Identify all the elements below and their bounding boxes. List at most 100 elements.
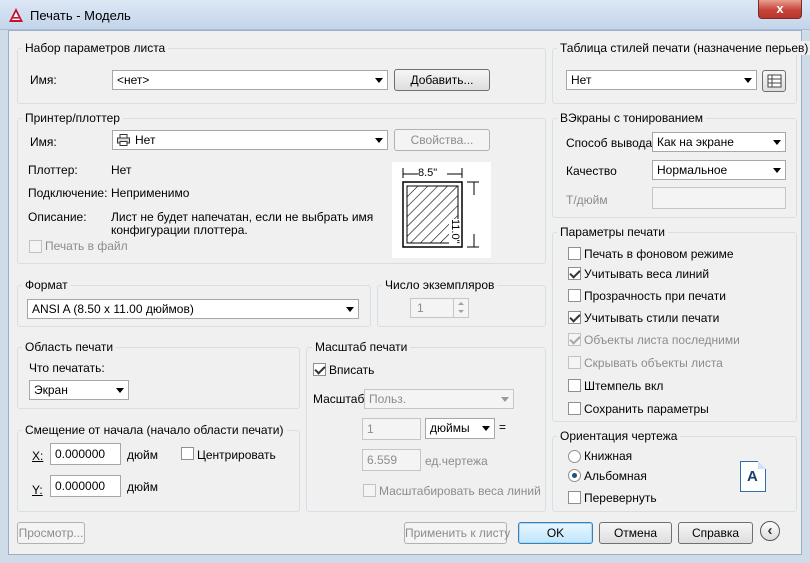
chevron-down-icon bbox=[482, 426, 490, 431]
save-changes-checkbox[interactable] bbox=[568, 402, 581, 415]
portrait-radio[interactable] bbox=[568, 450, 581, 463]
plot-stamp-checkbox[interactable] bbox=[568, 379, 581, 392]
what-to-plot-select[interactable]: Экран bbox=[29, 380, 129, 400]
plot-option-label: Учитывать стили печати bbox=[584, 311, 720, 325]
chevron-down-icon bbox=[501, 397, 509, 402]
shade-output-select[interactable]: Как на экране bbox=[652, 132, 786, 152]
paperspace-last-checkbox[interactable] bbox=[568, 333, 581, 346]
scale-inches-input[interactable]: 1 bbox=[362, 418, 421, 440]
page-corner bbox=[758, 461, 766, 469]
plot-option-label: Прозрачность при печати bbox=[584, 289, 726, 303]
upside-down-checkbox[interactable] bbox=[568, 491, 581, 504]
chevron-down-icon bbox=[375, 78, 383, 83]
scale-label: Масштаб: bbox=[313, 392, 368, 406]
dpi-label: Т/дюйм bbox=[566, 193, 608, 207]
scale-select[interactable]: Польз. bbox=[364, 389, 514, 409]
preview-height-label: 11.0" bbox=[449, 219, 461, 244]
plot-styles-checkbox[interactable] bbox=[568, 311, 581, 324]
plot-option-label: Объекты листа последними bbox=[584, 333, 740, 347]
help-button[interactable]: Справка bbox=[678, 522, 753, 544]
offset-y-input[interactable]: 0.000000 bbox=[50, 475, 121, 497]
center-plot-checkbox[interactable] bbox=[181, 447, 194, 460]
spinner-down-icon bbox=[458, 310, 464, 313]
equals-sign: = bbox=[499, 420, 507, 434]
chevron-down-icon bbox=[773, 140, 781, 145]
quality-select[interactable]: Нормальное bbox=[652, 160, 786, 180]
what-to-plot-value: Экран bbox=[34, 383, 68, 397]
quality-label: Качество bbox=[566, 164, 617, 178]
offset-y-label: Y: bbox=[32, 483, 43, 497]
printer-group-label: Принтер/плоттер bbox=[22, 111, 123, 125]
paper-hatch bbox=[402, 168, 479, 248]
hide-objects-checkbox[interactable] bbox=[568, 356, 581, 369]
autocad-logo-icon bbox=[9, 8, 23, 22]
portrait-label: Книжная bbox=[584, 449, 633, 463]
offset-x-input[interactable]: 0.000000 bbox=[50, 443, 121, 465]
copies-label: Число экземпляров bbox=[382, 278, 498, 292]
orientation-label: Ориентация чертежа bbox=[557, 429, 681, 443]
plot-style-value: Нет bbox=[571, 73, 592, 87]
cancel-button[interactable]: Отмена bbox=[599, 522, 672, 544]
preview-width-label: 8.5" bbox=[418, 167, 438, 179]
dpi-input[interactable] bbox=[652, 187, 786, 209]
what-to-plot-label: Что печатать: bbox=[29, 361, 105, 375]
printer-name-select[interactable]: Нет bbox=[112, 130, 388, 150]
ok-button[interactable]: OK bbox=[518, 522, 593, 544]
shade-output-label: Способ вывода bbox=[566, 136, 653, 150]
window-title: Печать - Модель bbox=[30, 8, 131, 23]
copies-spinner[interactable] bbox=[453, 299, 468, 317]
scale-units-input[interactable]: 6.559 bbox=[362, 449, 421, 471]
plot-transparency-checkbox[interactable] bbox=[568, 289, 581, 302]
print-to-file-checkbox[interactable] bbox=[29, 240, 42, 253]
landscape-radio[interactable] bbox=[568, 469, 581, 482]
orientation-letter: A bbox=[747, 468, 758, 485]
page-setup-label: Набор параметров листа bbox=[22, 41, 169, 55]
scale-value: Польз. bbox=[369, 392, 407, 406]
page-setup-name-value: <нет> bbox=[117, 73, 150, 87]
plot-style-select[interactable]: Нет bbox=[566, 70, 757, 90]
page-setup-name-label: Имя: bbox=[30, 73, 57, 87]
scale-lineweights-checkbox[interactable] bbox=[363, 484, 376, 497]
plot-lineweights-checkbox[interactable] bbox=[568, 267, 581, 280]
print-to-file-label: Печать в файл bbox=[45, 239, 128, 253]
printer-properties-button[interactable]: Свойства... bbox=[394, 129, 490, 151]
plot-area-label: Область печати bbox=[22, 340, 117, 354]
preview-button[interactable]: Просмотр... bbox=[17, 522, 85, 544]
paper-size-select[interactable]: ANSI A (8.50 x 11.00 дюймов) bbox=[27, 299, 359, 319]
plot-options-label: Параметры печати bbox=[557, 225, 668, 239]
connection-label: Подключение: bbox=[28, 186, 108, 200]
plot-option-label: Сохранить параметры bbox=[584, 402, 709, 416]
fit-to-paper-label: Вписать bbox=[329, 363, 375, 377]
plot-background-checkbox[interactable] bbox=[568, 247, 581, 260]
chevron-down-icon bbox=[744, 78, 752, 83]
plotter-value: Нет bbox=[111, 163, 132, 177]
description-line-1: Лист не будет напечатан, если не выбрать… bbox=[111, 210, 374, 224]
scale-units-select[interactable]: дюймы bbox=[425, 418, 495, 439]
apply-to-layout-button[interactable]: Применить к листу bbox=[404, 522, 510, 544]
description-line-2: конфигурации плоттера. bbox=[111, 223, 248, 237]
plot-style-label: Таблица стилей печати (назначение перьев… bbox=[557, 41, 810, 55]
collapse-options-button[interactable]: ‹ bbox=[760, 521, 780, 541]
plotter-label: Плоттер: bbox=[28, 163, 78, 177]
offset-x-label: X: bbox=[32, 449, 44, 463]
plot-option-label: Скрывать объекты листа bbox=[584, 356, 723, 370]
center-plot-label: Центрировать bbox=[197, 448, 276, 462]
page-setup-name-select[interactable]: <нет> bbox=[112, 70, 388, 90]
add-page-setup-button[interactable]: Добавить... bbox=[394, 69, 490, 91]
connection-value: Неприменимо bbox=[111, 186, 190, 200]
paper-size-value: ANSI A (8.50 x 11.00 дюймов) bbox=[32, 302, 194, 316]
orientation-preview-icon: A bbox=[740, 461, 766, 492]
edit-table-icon bbox=[767, 74, 782, 88]
shade-output-value: Как на экране bbox=[657, 135, 734, 149]
offset-y-unit: дюйм bbox=[127, 480, 158, 494]
printer-name-value: Нет bbox=[135, 133, 156, 147]
scale-lineweights-label: Масштабировать веса линий bbox=[379, 484, 541, 498]
fit-to-paper-checkbox[interactable] bbox=[313, 363, 326, 376]
upside-down-label: Перевернуть bbox=[584, 491, 657, 505]
printer-icon bbox=[117, 134, 130, 146]
close-button[interactable]: x bbox=[758, 0, 802, 19]
plot-option-label: Печать в фоновом режиме bbox=[584, 247, 734, 261]
description-label: Описание: bbox=[28, 210, 87, 224]
chevron-down-icon bbox=[375, 138, 383, 143]
edit-plot-style-button[interactable] bbox=[762, 70, 786, 92]
